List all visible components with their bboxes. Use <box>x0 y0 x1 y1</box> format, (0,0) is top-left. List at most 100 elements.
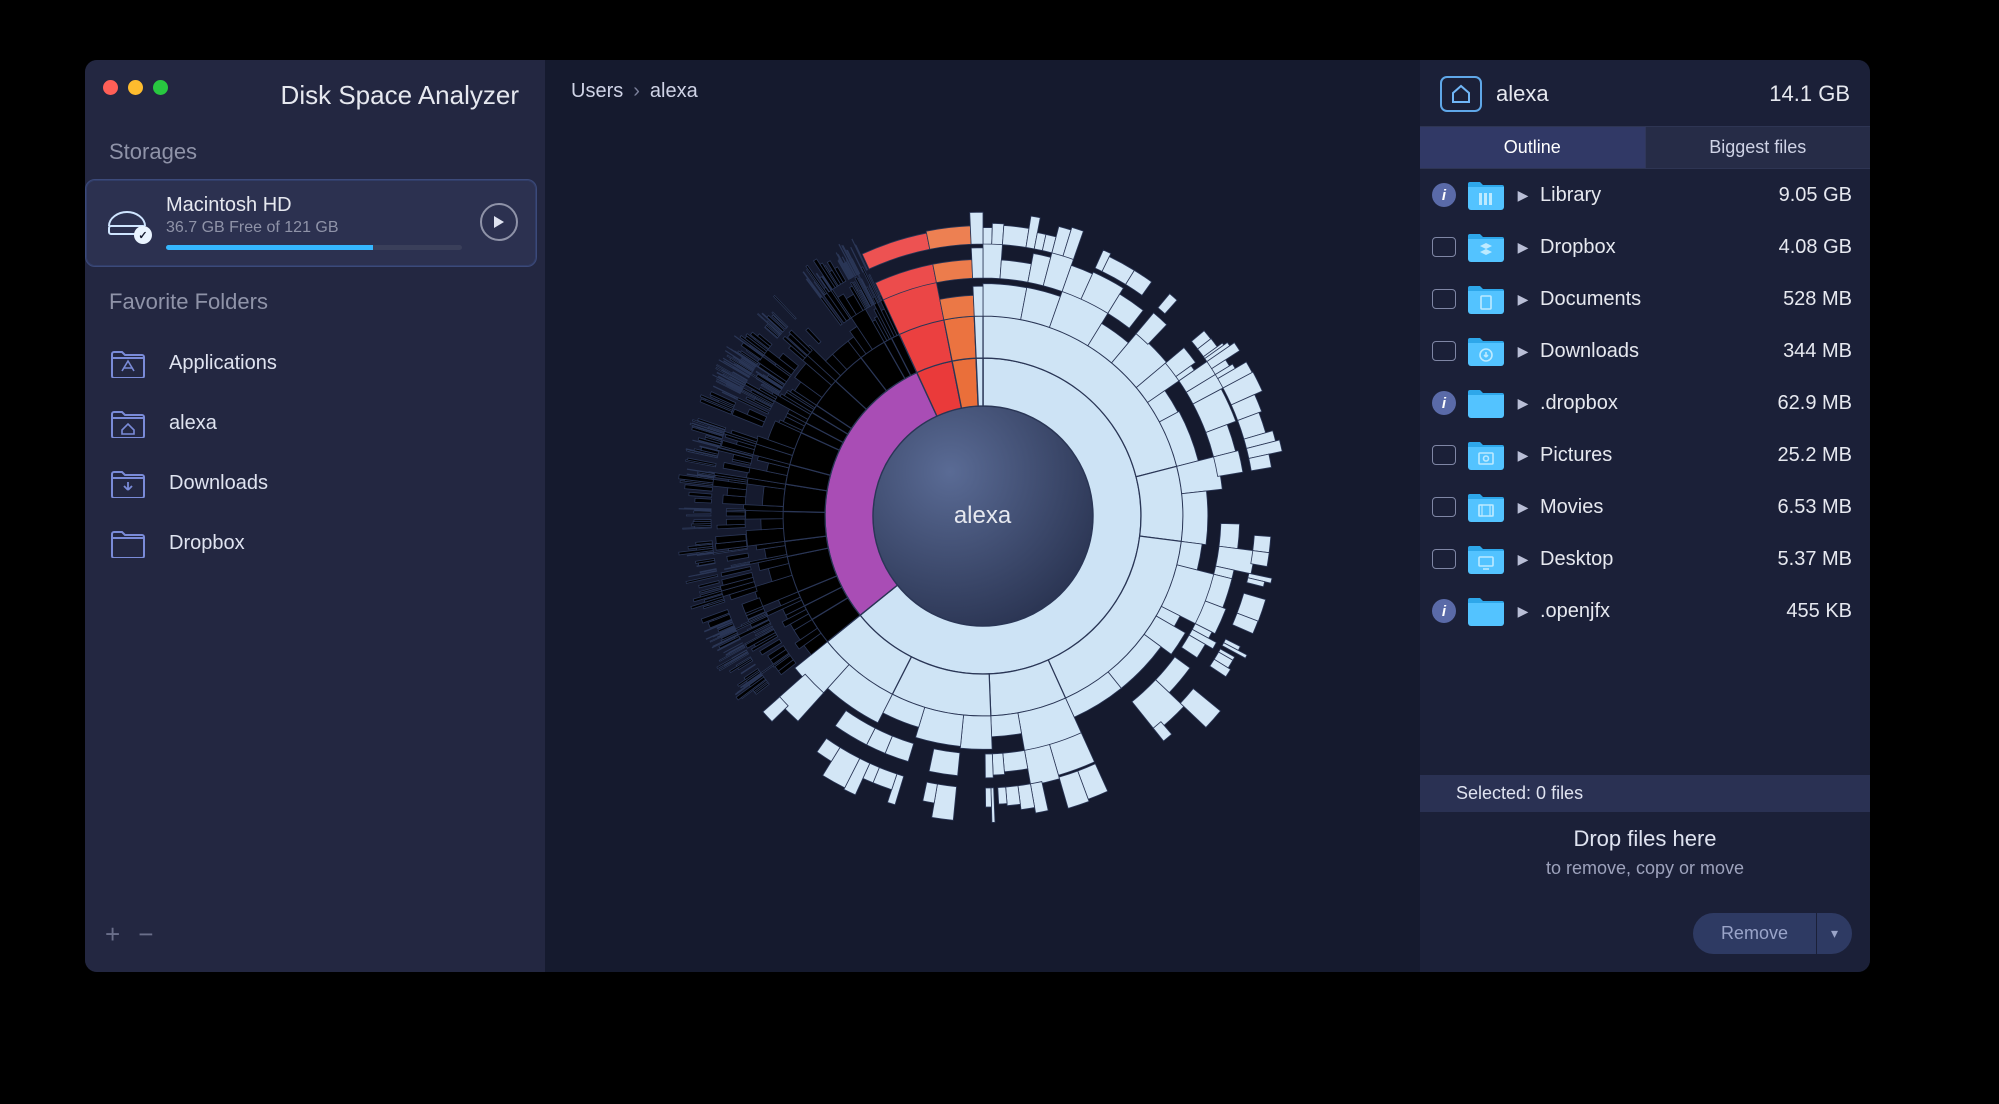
file-list: i▶Library9.05 GB▶Dropbox4.08 GB▶Document… <box>1420 169 1870 775</box>
panel-size: 14.1 GB <box>1769 81 1850 107</box>
folder-icon <box>1466 179 1506 211</box>
favorite-label: Applications <box>169 352 277 375</box>
favorites-section-label: Favorite Folders <box>85 267 545 329</box>
selected-count-bar: Selected: 0 files <box>1420 775 1870 812</box>
folder-folder-icon <box>109 527 147 559</box>
disclosure-icon[interactable]: ▶ <box>1516 395 1530 412</box>
app-window: Disk Space Analyzer Storages ✓ Macintosh… <box>85 60 1870 972</box>
file-row[interactable]: ▶Desktop5.37 MB <box>1420 533 1870 585</box>
file-row[interactable]: i ▶ .dropbox 62.9 MB <box>1420 377 1870 429</box>
scan-button[interactable] <box>480 203 518 241</box>
checkbox[interactable] <box>1432 237 1456 257</box>
folder-icon <box>1466 595 1506 627</box>
breadcrumb-separator-icon: › <box>633 80 640 103</box>
right-panel: alexa 14.1 GB Outline Biggest files i ▶ Li… <box>1420 60 1870 972</box>
info-icon[interactable]: i <box>1432 599 1456 623</box>
file-size: 62.9 MB <box>1742 392 1852 415</box>
breadcrumb-root[interactable]: Users <box>571 80 623 103</box>
disclosure-icon[interactable]: ▶ <box>1516 187 1530 204</box>
favorite-item-dropbox[interactable]: Dropbox <box>85 513 545 573</box>
check-badge-icon: ✓ <box>134 226 152 244</box>
file-name: .openjfx <box>1540 600 1732 623</box>
disk-icon: ✓ <box>106 206 148 238</box>
download-folder-icon <box>109 467 147 499</box>
disclosure-icon[interactable]: ▶ <box>1516 551 1530 568</box>
file-row[interactable]: ▶ Dropbox 4.08 GB <box>1420 221 1870 273</box>
breadcrumb-current[interactable]: alexa <box>650 80 698 103</box>
remove-button[interactable]: Remove <box>1693 913 1816 954</box>
file-row[interactable]: ▶ Movies 6.53 MB <box>1420 481 1870 533</box>
file-name: Movies <box>1540 496 1732 519</box>
folder-icon <box>1466 231 1506 263</box>
home-folder-icon <box>109 407 147 439</box>
folder-icon <box>1466 491 1506 523</box>
panel-tabs: Outline Biggest files <box>1420 126 1870 169</box>
remove-menu-button[interactable]: ▾ <box>1816 913 1852 954</box>
tab-biggest-files[interactable]: Biggest files <box>1645 126 1871 169</box>
storage-subtitle: 36.7 GB Free of 121 GB <box>166 219 462 237</box>
sidebar: Disk Space Analyzer Storages ✓ Macintosh… <box>85 60 545 972</box>
favorite-item-alexa[interactable]: alexa <box>85 393 545 453</box>
main-area: Users › alexa alexa <box>545 60 1420 972</box>
file-name: Library <box>1540 184 1732 207</box>
file-name: Dropbox <box>1540 236 1732 259</box>
file-size: 344 MB <box>1742 340 1852 363</box>
storage-card[interactable]: ✓ Macintosh HD 36.7 GB Free of 121 GB <box>85 179 537 267</box>
file-row[interactable]: i▶Library9.05 GB <box>1420 169 1870 221</box>
favorites-list: Applications alexaDownloads Dropbox <box>85 329 545 573</box>
info-icon[interactable]: i <box>1432 183 1456 207</box>
storage-usage-bar <box>166 245 462 250</box>
disclosure-icon[interactable]: ▶ <box>1516 291 1530 308</box>
minimize-window-button[interactable] <box>128 80 143 95</box>
action-row: Remove ▾ <box>1420 897 1870 972</box>
file-name: Desktop <box>1540 548 1732 571</box>
panel-header: alexa 14.1 GB <box>1420 60 1870 126</box>
disclosure-icon[interactable]: ▶ <box>1516 343 1530 360</box>
info-icon[interactable]: i <box>1432 391 1456 415</box>
checkbox[interactable] <box>1432 289 1456 309</box>
disclosure-icon[interactable]: ▶ <box>1516 447 1530 464</box>
disclosure-icon[interactable]: ▶ <box>1516 499 1530 516</box>
checkbox[interactable] <box>1432 341 1456 361</box>
panel-title: alexa <box>1496 81 1755 107</box>
appstore-folder-icon <box>109 347 147 379</box>
checkbox[interactable] <box>1432 497 1456 517</box>
drop-zone[interactable]: Drop files here to remove, copy or move <box>1420 812 1870 897</box>
file-row[interactable]: ▶ Documents 528 MB <box>1420 273 1870 325</box>
file-size: 6.53 MB <box>1742 496 1852 519</box>
file-row[interactable]: i ▶ .openjfx 455 KB <box>1420 585 1870 637</box>
drop-subtitle: to remove, copy or move <box>1430 858 1860 879</box>
tab-outline[interactable]: Outline <box>1420 126 1645 169</box>
file-name: Documents <box>1540 288 1732 311</box>
file-row[interactable]: ▶Pictures25.2 MB <box>1420 429 1870 481</box>
close-window-button[interactable] <box>103 80 118 95</box>
file-name: Pictures <box>1540 444 1732 467</box>
storages-section-label: Storages <box>85 129 545 179</box>
disclosure-icon[interactable]: ▶ <box>1516 239 1530 256</box>
drop-title: Drop files here <box>1430 826 1860 852</box>
favorite-item-downloads[interactable]: Downloads <box>85 453 545 513</box>
window-controls <box>103 80 168 95</box>
file-row[interactable]: ▶ Downloads 344 MB <box>1420 325 1870 377</box>
favorite-item-applications[interactable]: Applications <box>85 333 545 393</box>
file-size: 455 KB <box>1742 600 1852 623</box>
folder-icon <box>1466 439 1506 471</box>
folder-icon <box>1466 283 1506 315</box>
zoom-window-button[interactable] <box>153 80 168 95</box>
sidebar-footer: + − <box>85 905 545 972</box>
breadcrumb: Users › alexa <box>571 80 698 103</box>
add-favorite-button[interactable]: + <box>105 919 120 950</box>
sunburst-chart[interactable]: alexa <box>573 106 1393 926</box>
favorite-label: Dropbox <box>169 532 245 555</box>
disclosure-icon[interactable]: ▶ <box>1516 603 1530 620</box>
storage-usage-fill <box>166 245 373 250</box>
checkbox[interactable] <box>1432 549 1456 569</box>
file-name: Downloads <box>1540 340 1732 363</box>
file-name: .dropbox <box>1540 392 1732 415</box>
remove-favorite-button[interactable]: − <box>138 919 153 950</box>
sunburst-center-label: alexa <box>954 502 1011 530</box>
storage-name: Macintosh HD <box>166 194 462 217</box>
checkbox[interactable] <box>1432 445 1456 465</box>
file-size: 4.08 GB <box>1742 236 1852 259</box>
file-size: 528 MB <box>1742 288 1852 311</box>
